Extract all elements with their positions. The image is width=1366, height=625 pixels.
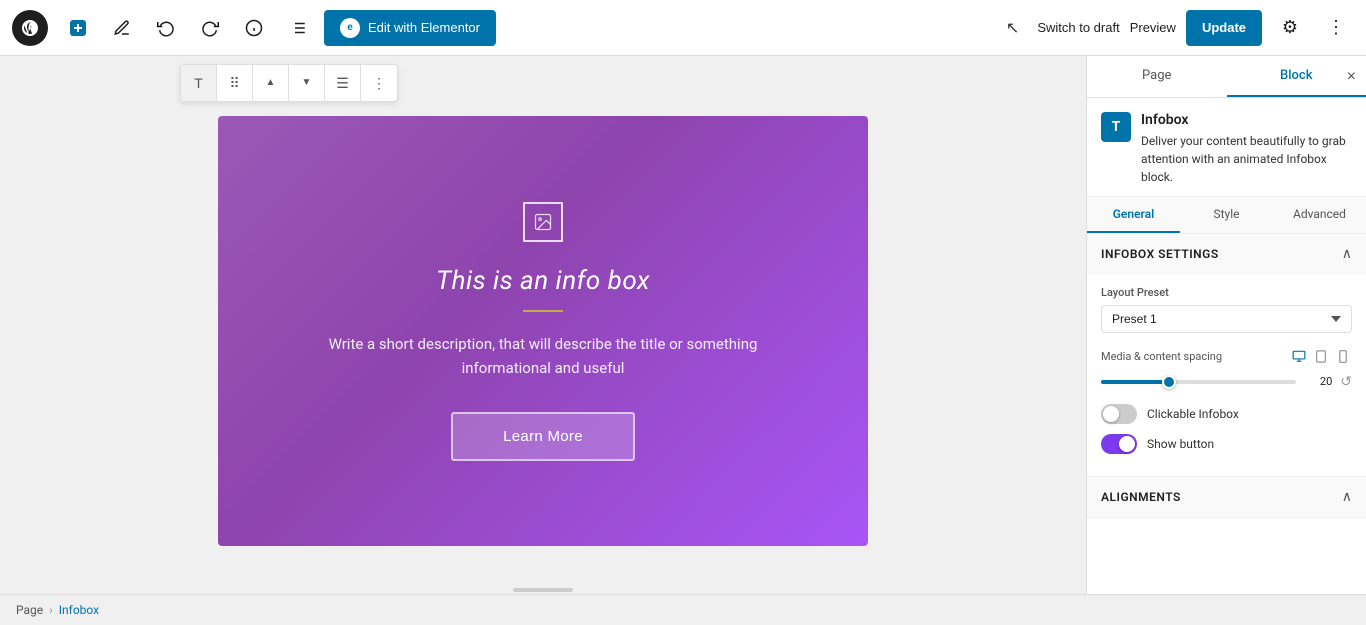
clickable-infobox-row: Clickable Infobox bbox=[1101, 404, 1352, 424]
layout-preset-field: Layout Preset Preset 1 Preset 2 Preset 3 bbox=[1101, 286, 1352, 333]
add-block-button[interactable] bbox=[60, 10, 96, 46]
block-info-icon: T bbox=[1101, 112, 1131, 142]
tablet-icon[interactable] bbox=[1312, 347, 1330, 365]
settings-button[interactable]: ⚙ bbox=[1272, 10, 1308, 46]
breadcrumb-current[interactable]: Infobox bbox=[59, 603, 99, 617]
undo-button[interactable] bbox=[148, 10, 184, 46]
infobox-settings-section: Infobox Settings ∧ Layout Preset Preset … bbox=[1087, 234, 1366, 477]
block-info-description: Deliver your content beautifully to grab… bbox=[1141, 132, 1352, 186]
breadcrumb: Page › Infobox bbox=[0, 594, 1366, 625]
type-icon: T bbox=[194, 75, 203, 91]
scroll-indicator bbox=[513, 588, 573, 592]
infobox-settings-body: Layout Preset Preset 1 Preset 2 Preset 3… bbox=[1087, 274, 1366, 476]
slider-thumb bbox=[1162, 375, 1176, 389]
panel-close-button[interactable]: × bbox=[1347, 68, 1356, 86]
block-info: T Infobox Deliver your content beautiful… bbox=[1087, 98, 1366, 197]
edit-with-elementor-button[interactable]: e Edit with Elementor bbox=[324, 10, 496, 46]
slider-fill bbox=[1101, 380, 1169, 384]
infobox-settings-title: Infobox Settings bbox=[1101, 247, 1219, 261]
spacing-row: Media & content spacing bbox=[1101, 347, 1352, 365]
list-view-button[interactable] bbox=[280, 10, 316, 46]
more-icon: ⋮ bbox=[372, 75, 386, 92]
learn-more-button[interactable]: Learn More bbox=[451, 412, 635, 461]
up-icon: ▲ bbox=[266, 78, 276, 88]
breadcrumb-separator: › bbox=[49, 603, 53, 617]
clickable-infobox-toggle[interactable] bbox=[1101, 404, 1137, 424]
info-button[interactable] bbox=[236, 10, 272, 46]
infobox-settings-header[interactable]: Infobox Settings ∧ bbox=[1087, 234, 1366, 274]
block-drag-handle[interactable]: ⠿ bbox=[217, 65, 253, 101]
spacing-slider[interactable] bbox=[1101, 380, 1296, 384]
main-layout: T ⠿ ▲ ▼ ☰ ⋮ bbox=[0, 56, 1366, 594]
block-type-button[interactable]: T bbox=[181, 65, 217, 101]
clickable-infobox-label: Clickable Infobox bbox=[1147, 407, 1239, 421]
infobox-title: This is an info box bbox=[436, 266, 650, 296]
canvas-area[interactable]: This is an info box Write a short descri… bbox=[0, 56, 1086, 594]
cursor-icon: ↖ bbox=[1006, 18, 1019, 37]
alignments-collapse-icon: ∧ bbox=[1342, 489, 1352, 505]
toggle-knob-2 bbox=[1119, 436, 1135, 452]
show-button-row: Show button bbox=[1101, 434, 1352, 454]
subtab-general[interactable]: General bbox=[1087, 197, 1180, 233]
right-panel: Page Block × T Infobox Deliver your cont… bbox=[1086, 56, 1366, 594]
layout-preset-select[interactable]: Preset 1 Preset 2 Preset 3 bbox=[1101, 305, 1352, 333]
more-options-button[interactable]: ⋮ bbox=[1318, 10, 1354, 46]
show-button-label: Show button bbox=[1147, 437, 1214, 451]
switch-to-draft-button[interactable]: Switch to draft bbox=[1037, 20, 1119, 35]
subtab-style[interactable]: Style bbox=[1180, 197, 1273, 233]
topbar-right: ↖ Switch to draft Preview Update ⚙ ⋮ bbox=[1006, 10, 1354, 46]
drag-icon: ⠿ bbox=[229, 75, 239, 92]
block-info-text: Infobox Deliver your content beautifully… bbox=[1141, 112, 1352, 186]
media-spacing-field: Media & content spacing bbox=[1101, 347, 1352, 390]
editor-area: T ⠿ ▲ ▼ ☰ ⋮ bbox=[0, 56, 1086, 594]
mobile-icon[interactable] bbox=[1334, 347, 1352, 365]
alignments-title: Alignments bbox=[1101, 490, 1181, 504]
block-move-down-button[interactable]: ▼ bbox=[289, 65, 325, 101]
align-icon: ☰ bbox=[336, 75, 349, 92]
slider-row: 20 ↺ bbox=[1101, 373, 1352, 390]
block-more-button[interactable]: ⋮ bbox=[361, 65, 397, 101]
show-button-toggle[interactable] bbox=[1101, 434, 1137, 454]
tab-block[interactable]: Block bbox=[1227, 56, 1366, 97]
elementor-icon: e bbox=[340, 18, 360, 38]
block-info-title: Infobox bbox=[1141, 112, 1352, 128]
spacing-value: 20 bbox=[1304, 375, 1332, 388]
collapse-icon: ∧ bbox=[1342, 246, 1352, 262]
media-spacing-label: Media & content spacing bbox=[1101, 350, 1222, 363]
preview-button[interactable]: Preview bbox=[1130, 20, 1176, 35]
panel-tabs: Page Block × bbox=[1087, 56, 1366, 98]
panel-subtabs: General Style Advanced bbox=[1087, 197, 1366, 234]
subtab-advanced[interactable]: Advanced bbox=[1273, 197, 1366, 233]
reset-spacing-button[interactable]: ↺ bbox=[1340, 373, 1352, 390]
tools-button[interactable] bbox=[104, 10, 140, 46]
panel-body: T Infobox Deliver your content beautiful… bbox=[1087, 98, 1366, 594]
layout-preset-label: Layout Preset bbox=[1101, 286, 1352, 299]
toggle-knob bbox=[1103, 406, 1119, 422]
block-align-button[interactable]: ☰ bbox=[325, 65, 361, 101]
infobox-block[interactable]: This is an info box Write a short descri… bbox=[218, 116, 868, 546]
tab-page[interactable]: Page bbox=[1087, 56, 1227, 97]
infobox-description: Write a short description, that will des… bbox=[283, 332, 803, 380]
alignments-header[interactable]: Alignments ∧ bbox=[1087, 477, 1366, 517]
breadcrumb-page: Page bbox=[16, 603, 43, 617]
wp-logo bbox=[12, 10, 48, 46]
device-icons bbox=[1290, 347, 1352, 365]
alignments-section: Alignments ∧ bbox=[1087, 477, 1366, 518]
topbar: e Edit with Elementor ↖ Switch to draft … bbox=[0, 0, 1366, 56]
desktop-icon[interactable] bbox=[1290, 347, 1308, 365]
block-toolbar: T ⠿ ▲ ▼ ☰ ⋮ bbox=[180, 64, 398, 102]
infobox-divider bbox=[523, 310, 563, 312]
update-button[interactable]: Update bbox=[1186, 10, 1262, 46]
infobox-image-placeholder bbox=[523, 202, 563, 242]
down-icon: ▼ bbox=[302, 78, 312, 88]
redo-button[interactable] bbox=[192, 10, 228, 46]
block-move-up-button[interactable]: ▲ bbox=[253, 65, 289, 101]
